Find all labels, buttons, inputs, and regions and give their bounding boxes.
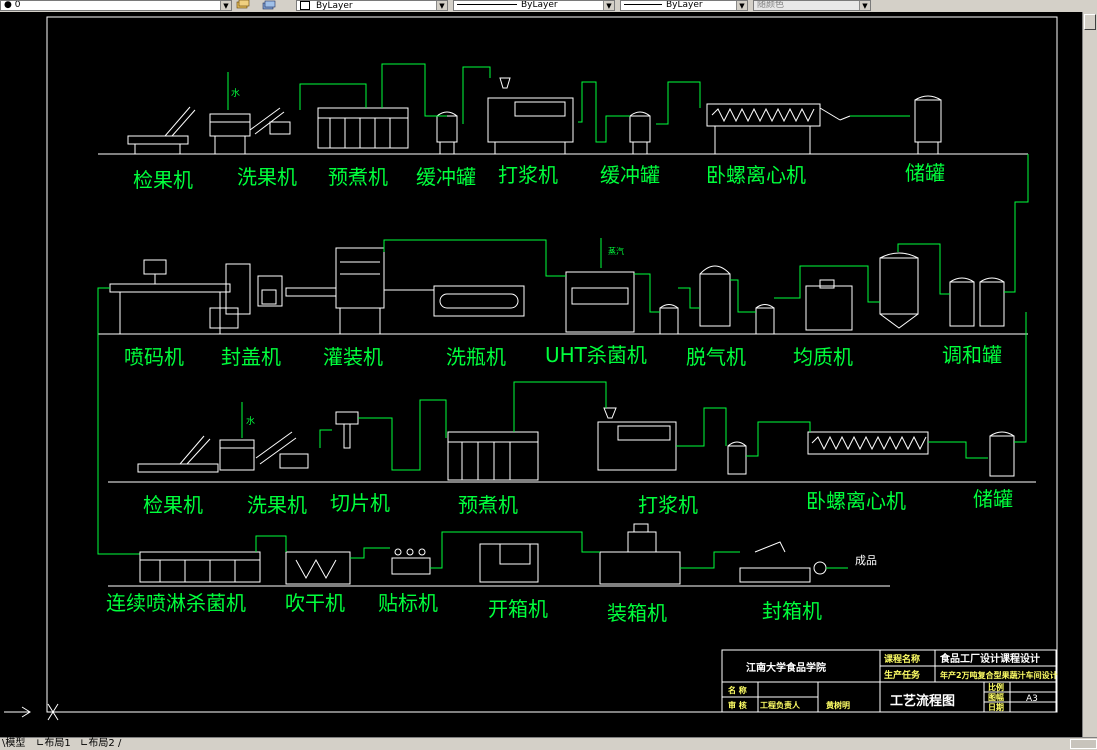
linetype-dropdown-value: ByLayer bbox=[521, 0, 558, 10]
title-sheet-label: 图幅 bbox=[988, 692, 1004, 702]
row1-label-4: 缓冲罐 bbox=[416, 165, 476, 189]
row3-pipes bbox=[241, 312, 1027, 471]
color-dropdown-value: ByLayer bbox=[316, 1, 353, 11]
row1-label-2: 洗果机 bbox=[237, 165, 297, 189]
lineweight-preview bbox=[624, 4, 662, 5]
row3-label-5: 打浆机 bbox=[638, 493, 698, 517]
title-drawing-name: 工艺流程图 bbox=[890, 693, 955, 709]
row2-label-3: 灌装机 bbox=[323, 345, 383, 369]
title-product-label: 生产任务 bbox=[884, 669, 921, 681]
row3-label-7: 储罐 bbox=[973, 487, 1013, 511]
row2-label-6: 脱气机 bbox=[686, 345, 746, 369]
row3-label-4: 预煮机 bbox=[458, 493, 518, 517]
row4-equipment bbox=[108, 523, 890, 587]
row2-label-2: 封盖机 bbox=[221, 345, 281, 369]
product-annotation: 成品 bbox=[855, 554, 877, 567]
water-annotation-2: 水 bbox=[246, 415, 255, 427]
title-row-review: 审 核 bbox=[728, 700, 747, 710]
row2-label-1: 喷码机 bbox=[124, 345, 184, 369]
layer-previous-icon[interactable] bbox=[262, 0, 276, 11]
row3-label-2: 洗果机 bbox=[247, 493, 307, 517]
title-school: 江南大学食品学院 bbox=[746, 661, 826, 674]
vertical-scrollbar[interactable] bbox=[1082, 12, 1097, 737]
title-sheet: A3 bbox=[1026, 694, 1038, 704]
row3-label-6: 卧螺离心机 bbox=[806, 489, 906, 513]
layer-bulb-icon: ● bbox=[4, 0, 12, 10]
tab-layout2[interactable]: ∟布局2 / bbox=[80, 738, 121, 749]
steam-annotation: 蒸汽 bbox=[608, 246, 624, 256]
row4-label-2: 吹干机 bbox=[285, 591, 345, 615]
chevron-down-icon[interactable]: ▼ bbox=[436, 1, 447, 10]
row2-label-7: 均质机 bbox=[793, 345, 853, 369]
color-dropdown[interactable]: ByLayer ▼ bbox=[296, 0, 448, 11]
row1-label-8: 储罐 bbox=[905, 161, 945, 185]
layer-dropdown[interactable]: ● 0 ▼ bbox=[0, 0, 232, 11]
row4-label-3: 贴标机 bbox=[378, 591, 438, 615]
row1-label-6: 缓冲罐 bbox=[600, 163, 660, 187]
tab-layout1[interactable]: ∟布局1 bbox=[36, 738, 71, 749]
chevron-down-icon[interactable]: ▼ bbox=[736, 1, 747, 10]
make-layer-current-icon[interactable] bbox=[236, 0, 250, 11]
title-row-head: 工程负责人 bbox=[760, 700, 801, 710]
layer-dropdown-value: 0 bbox=[14, 0, 21, 10]
row4-label-5: 装箱机 bbox=[607, 601, 667, 625]
tab-model[interactable]: \模型 bbox=[2, 738, 25, 749]
process-flow-drawing: 检果机 洗果机 预煮机 缓冲罐 打浆机 缓冲罐 卧螺离心机 储罐 水 喷码机 封… bbox=[4, 16, 1058, 721]
row2-equipment bbox=[98, 247, 1028, 335]
layout-tabs-bar: \模型 ∟布局1 ∟布局2 / bbox=[0, 737, 1097, 750]
row1-label-3: 预煮机 bbox=[328, 165, 388, 189]
row1-label-7: 卧螺离心机 bbox=[706, 163, 806, 187]
row4-label-4: 开箱机 bbox=[488, 597, 548, 621]
horizontal-scrollbar-thumb[interactable] bbox=[1070, 739, 1097, 749]
scrollbar-thumb[interactable] bbox=[1084, 14, 1096, 30]
row4-label-6: 封箱机 bbox=[762, 599, 822, 623]
lineweight-dropdown[interactable]: ByLayer ▼ bbox=[620, 0, 748, 11]
title-row-name: 名 称 bbox=[728, 685, 747, 695]
drawing-canvas[interactable]: 检果机 洗果机 预煮机 缓冲罐 打浆机 缓冲罐 卧螺离心机 储罐 水 喷码机 封… bbox=[0, 12, 1082, 737]
water-annotation-1: 水 bbox=[231, 87, 240, 99]
row2-label-5: UHT杀菌机 bbox=[545, 343, 647, 367]
chevron-down-icon[interactable]: ▼ bbox=[603, 1, 614, 10]
row4-label-1: 连续喷淋杀菌机 bbox=[106, 591, 246, 615]
title-scale-label: 比例 bbox=[988, 682, 1004, 692]
title-project-label: 课程名称 bbox=[884, 653, 920, 665]
lineweight-dropdown-value: ByLayer bbox=[666, 0, 703, 10]
row1-label-1: 检果机 bbox=[133, 168, 193, 192]
plotstyle-dropdown-value: 随颜色 bbox=[757, 0, 785, 10]
row2-label-8: 调和罐 bbox=[942, 343, 1002, 367]
linetype-dropdown[interactable]: ByLayer ▼ bbox=[453, 0, 615, 11]
color-swatch-icon bbox=[300, 1, 310, 10]
row3-label-1: 检果机 bbox=[143, 493, 203, 517]
title-project: 食品工厂设计课程设计 bbox=[939, 652, 1040, 665]
row2-label-4: 洗瓶机 bbox=[446, 345, 506, 369]
linetype-preview bbox=[457, 4, 517, 5]
row1-label-5: 打浆机 bbox=[498, 163, 558, 187]
title-signature: 黄树明 bbox=[826, 700, 850, 710]
chevron-down-icon[interactable]: ▼ bbox=[859, 1, 870, 10]
title-date-label: 日期 bbox=[988, 702, 1004, 712]
title-product: 年产2万吨复合型果蔬汁车间设计 bbox=[940, 670, 1058, 680]
plotstyle-dropdown[interactable]: 随颜色 ▼ bbox=[753, 0, 871, 11]
row3-label-3: 切片机 bbox=[330, 491, 390, 515]
chevron-down-icon[interactable]: ▼ bbox=[220, 1, 231, 10]
